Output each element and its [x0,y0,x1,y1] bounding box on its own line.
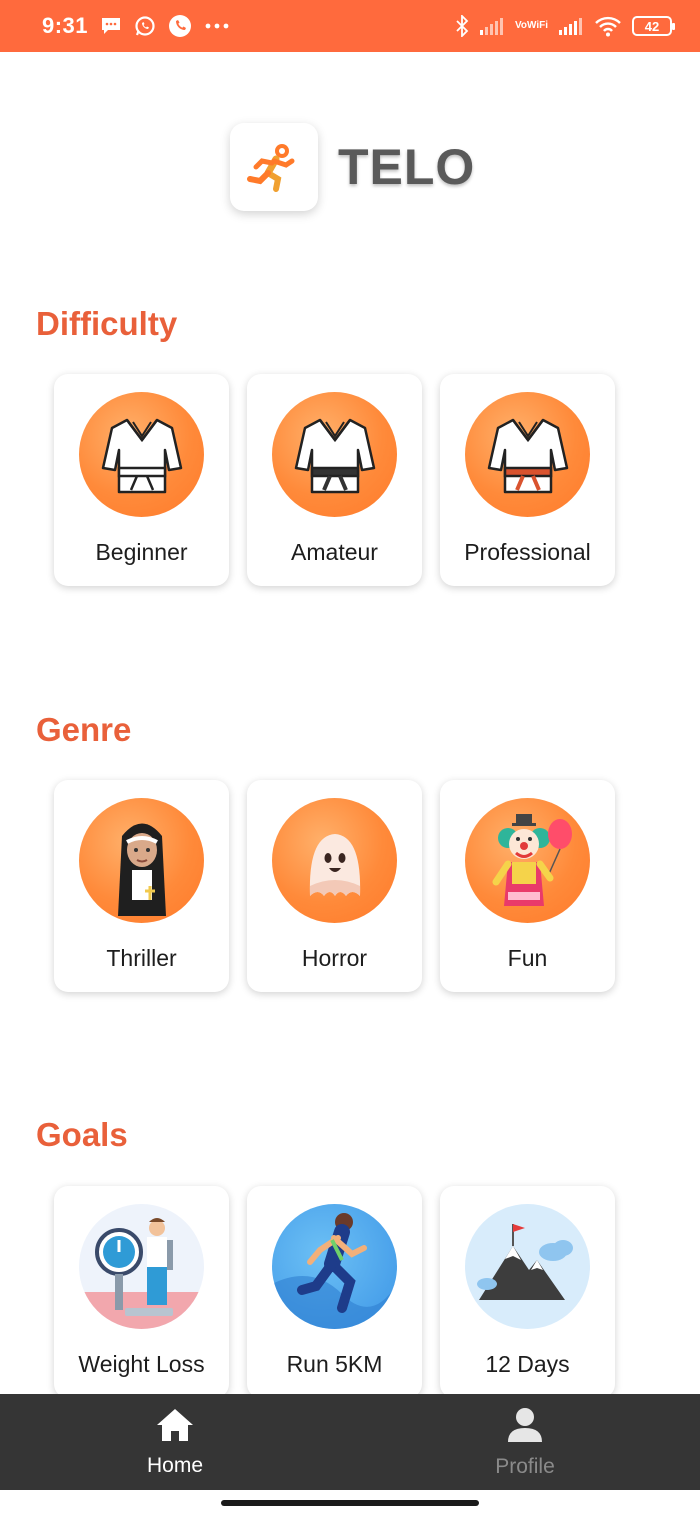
bottom-navigation: Home Profile [0,1394,700,1490]
goals-card-12-days[interactable]: 12 Days [440,1186,615,1398]
difficulty-card-amateur[interactable]: Amateur [247,374,422,586]
vowifi-top-text: Vo [514,20,527,31]
nav-profile[interactable]: Profile [350,1394,700,1490]
weighing-scale-icon [79,1204,204,1329]
bluetooth-icon [455,15,469,37]
app-name: TELO [338,139,476,195]
clown-icon [465,798,590,923]
signal-icon [558,16,584,36]
person-icon [505,1406,545,1449]
card-label: Thriller [106,945,177,971]
signal-icon [479,16,505,36]
card-label: Weight Loss [78,1351,205,1377]
app-screen: 9:31 Vo WiFi 42 TELO Difficulty Beginner… [0,0,700,1518]
genre-card-horror[interactable]: Horror [247,780,422,992]
nav-home[interactable]: Home [0,1394,350,1490]
ghost-icon [272,798,397,923]
status-time: 9:31 [42,13,89,38]
difficulty-row: Beginner Amateur Professional [54,374,615,586]
goals-card-run-5km[interactable]: Run 5KM [247,1186,422,1398]
red-belt-gi-icon [465,392,590,517]
goals-title: Goals [36,1116,128,1153]
goals-card-weight-loss[interactable]: Weight Loss [54,1186,229,1398]
genre-card-fun[interactable]: Fun [440,780,615,992]
card-label: Run 5KM [286,1351,383,1377]
difficulty-card-beginner[interactable]: Beginner [54,374,229,586]
app-logo: TELO [230,123,475,211]
status-bar: 9:31 Vo WiFi 42 [0,0,700,52]
wifi-icon [594,15,622,37]
genre-card-thriller[interactable]: Thriller [54,780,229,992]
phone-call-icon [168,14,192,38]
message-icon [100,16,122,36]
genre-title: Genre [36,711,132,748]
running-person-icon [230,123,318,211]
difficulty-card-professional[interactable]: Professional [440,374,615,586]
gesture-area [0,1490,700,1518]
white-belt-gi-icon [79,392,204,517]
nun-icon [79,798,204,923]
battery-level: 42 [644,18,660,34]
genre-row: Thriller Horror Fun [54,780,615,992]
home-gesture-bar[interactable] [221,1500,479,1506]
home-icon [155,1407,195,1448]
black-belt-gi-icon [272,392,397,517]
difficulty-title: Difficulty [36,305,178,342]
card-label: Professional [464,539,591,565]
card-label: Fun [507,945,548,971]
nav-home-label: Home [146,1453,204,1477]
more-dots-icon [204,22,230,30]
card-label: Beginner [95,539,188,565]
card-label: 12 Days [485,1351,570,1377]
card-label: Amateur [291,539,378,565]
whatsapp-icon [134,15,156,37]
runner-icon [272,1204,397,1329]
mountain-flag-icon [465,1204,590,1329]
goals-row: Weight Loss Run 5KM 12 Days [54,1186,615,1398]
vowifi-icon: Vo WiFi [515,21,548,31]
battery-icon: 42 [632,16,675,36]
nav-profile-label: Profile [495,1454,555,1478]
vowifi-bottom-text: WiFi [526,20,548,31]
card-label: Horror [301,945,368,971]
